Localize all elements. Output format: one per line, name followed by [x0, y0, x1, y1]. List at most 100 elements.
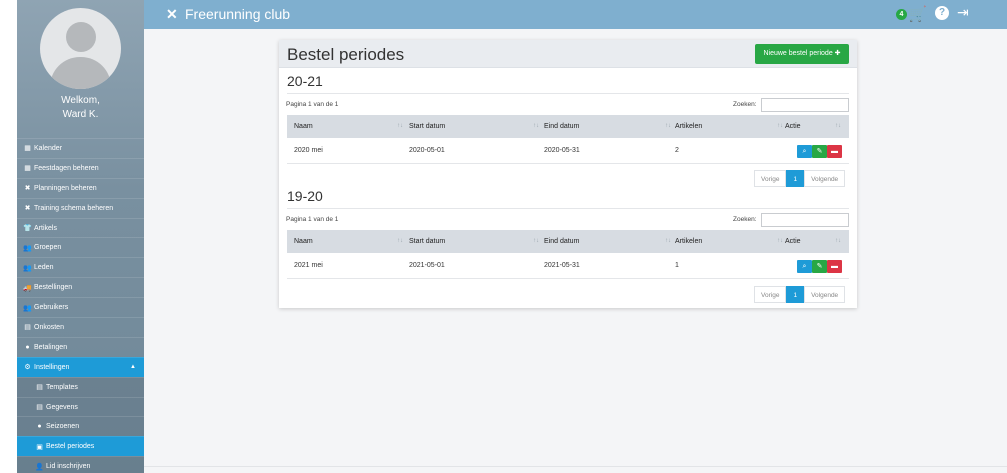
- column-header-eind-datum[interactable]: Eind datum: [544, 230, 579, 253]
- column-header-start-datum[interactable]: Start datum: [409, 230, 445, 253]
- sidebar-item-bestellingen[interactable]: 🚚 Bestellingen: [17, 277, 144, 297]
- pagination-current[interactable]: 1: [786, 286, 805, 303]
- sidebar-subitem-label: Gegevens: [46, 403, 78, 411]
- welcome-text: Welkom, Ward K.: [17, 94, 144, 122]
- sidebar-subitem-lid-inschrijven[interactable]: 👤 Lid inschrijven: [17, 456, 144, 473]
- section-divider: [287, 93, 849, 94]
- column-header-actie[interactable]: Actie: [785, 115, 801, 138]
- sidebar-item-leden[interactable]: 👥 Leden: [17, 257, 144, 277]
- tools-icon: ✖: [24, 185, 31, 193]
- search-input[interactable]: [761, 98, 849, 112]
- column-header-artikelen[interactable]: Artikelen: [675, 230, 702, 253]
- new-order-period-button[interactable]: Nieuwe bestel periode ✚: [755, 44, 849, 64]
- sort-icon[interactable]: ↑↓: [397, 115, 403, 138]
- delete-button[interactable]: ▬: [827, 260, 842, 273]
- search-label: Zoeken:: [733, 216, 757, 223]
- sidebar-item-planningen[interactable]: ✖ Planningen beheren: [17, 177, 144, 198]
- avatar-head: [66, 22, 96, 52]
- close-icon[interactable]: ✕: [166, 6, 178, 23]
- sidebar-item-label: Gebruikers: [34, 304, 69, 312]
- sort-icon[interactable]: ↑↓: [665, 115, 671, 138]
- section-title: 20-21: [287, 73, 323, 89]
- users-icon: 👥: [23, 264, 32, 272]
- sidebar-subitem-gegevens[interactable]: ▤ Gegevens: [17, 396, 144, 417]
- sort-icon[interactable]: ↑↓: [835, 230, 841, 253]
- cell-artikelen: 1: [675, 262, 679, 269]
- coins-icon: ●: [25, 343, 30, 351]
- app-title: Freerunning club: [185, 6, 291, 22]
- bag-icon: ▣: [36, 443, 43, 451]
- cart-icon[interactable]: 🛒: [908, 5, 927, 23]
- sidebar-item-label: Betalingen: [34, 343, 68, 351]
- cell-eind-datum: 2020-05-31: [544, 147, 580, 154]
- file-icon: ▤: [24, 324, 31, 332]
- trash-icon: ▬: [831, 263, 838, 270]
- users-icon: 👥: [23, 304, 32, 312]
- tools-icon: ✖: [24, 205, 31, 213]
- sidebar-subitem-seizoenen[interactable]: ● Seizoenen: [17, 416, 144, 437]
- shirt-icon: 👕: [23, 225, 32, 232]
- pagination-prev[interactable]: Vorige: [754, 286, 787, 303]
- search-label: Zoeken:: [733, 101, 757, 108]
- column-header-actie[interactable]: Actie: [785, 230, 801, 253]
- pagination-prev[interactable]: Vorige: [754, 170, 787, 187]
- sidebar-item-label: Leden: [34, 264, 54, 272]
- search-input[interactable]: [761, 213, 849, 227]
- edit-button[interactable]: ✎: [812, 260, 827, 273]
- sidebar-item-instellingen[interactable]: ⚙ Instellingen ▲: [17, 356, 144, 377]
- pagination-next[interactable]: Volgende: [804, 286, 846, 303]
- left-gutter: [0, 0, 17, 473]
- search-icon: ⌕: [802, 148, 807, 155]
- panel-header: Bestel periodes Nieuwe bestel periode ✚: [279, 40, 857, 68]
- pagination-current[interactable]: 1: [786, 170, 805, 187]
- sidebar-item-artikels[interactable]: 👕 Artikels: [17, 217, 144, 238]
- sidebar-item-label: Onkosten: [34, 323, 64, 331]
- sidebar-item-groepen[interactable]: 👥 Groepen: [17, 237, 144, 257]
- view-button[interactable]: ⌕: [797, 145, 812, 158]
- edit-button[interactable]: ✎: [812, 145, 827, 158]
- cell-eind-datum: 2021-05-31: [544, 262, 580, 269]
- delete-button[interactable]: ▬: [827, 145, 842, 158]
- users-icon: 👥: [23, 244, 32, 252]
- sidebar-item-label: Artikels: [34, 224, 57, 232]
- column-header-naam[interactable]: Naam: [294, 115, 313, 138]
- sort-icon[interactable]: ↑↓: [397, 230, 403, 253]
- help-icon[interactable]: ?: [935, 6, 949, 20]
- trash-icon: ▬: [831, 148, 838, 155]
- table-row: 2020 mei 2020-05-01 2020-05-31 2 ⌕ ✎ ▬: [287, 138, 849, 164]
- view-button[interactable]: ⌕: [797, 260, 812, 273]
- sidebar-item-onkosten[interactable]: ▤ Onkosten: [17, 317, 144, 337]
- sidebar-item-training-schema[interactable]: ✖ Training schema beheren: [17, 197, 144, 218]
- sidebar-subitem-bestel-periodes[interactable]: ▣ Bestel periodes: [17, 436, 144, 457]
- sidebar-item-betalingen[interactable]: ● Betalingen: [17, 336, 144, 357]
- page-info: Pagina 1 van de 1: [286, 216, 339, 223]
- pagination: Vorige 1 Volgende: [754, 286, 846, 303]
- page-info: Pagina 1 van de 1: [286, 101, 339, 108]
- sort-icon[interactable]: ↑↓: [835, 115, 841, 138]
- calendar-icon: ▦: [24, 165, 31, 173]
- column-header-start-datum[interactable]: Start datum: [409, 115, 445, 138]
- database-icon: ▤: [36, 404, 43, 412]
- sort-icon[interactable]: ↑↓: [533, 115, 539, 138]
- sort-icon[interactable]: ↑↓: [777, 115, 783, 138]
- pagination-next[interactable]: Volgende: [804, 170, 846, 187]
- sidebar-subitem-templates[interactable]: ▤ Templates: [17, 376, 144, 397]
- calendar-icon: ▦: [24, 145, 31, 153]
- cell-artikelen: 2: [675, 147, 679, 154]
- column-header-artikelen[interactable]: Artikelen: [675, 115, 702, 138]
- sort-icon[interactable]: ↑↓: [777, 230, 783, 253]
- sort-icon[interactable]: ↑↓: [665, 230, 671, 253]
- column-header-eind-datum[interactable]: Eind datum: [544, 115, 579, 138]
- sidebar-item-label: Kalender: [34, 144, 63, 152]
- avatar: [40, 8, 121, 89]
- table-row: 2021 mei 2021-05-01 2021-05-31 1 ⌕ ✎ ▬: [287, 253, 849, 279]
- sidebar-item-gebruikers[interactable]: 👥 Gebruikers: [17, 297, 144, 317]
- sidebar-item-feestdagen[interactable]: ▦ Feestdagen beheren: [17, 157, 144, 178]
- gears-icon: ⚙: [24, 364, 31, 372]
- logout-icon[interactable]: ⇥: [957, 4, 969, 21]
- cart-count-badge: 4: [896, 9, 907, 20]
- sort-icon[interactable]: ↑↓: [533, 230, 539, 253]
- sidebar-item-kalender[interactable]: ▦ Kalender: [17, 138, 144, 158]
- cell-start-datum: 2020-05-01: [409, 147, 445, 154]
- column-header-naam[interactable]: Naam: [294, 230, 313, 253]
